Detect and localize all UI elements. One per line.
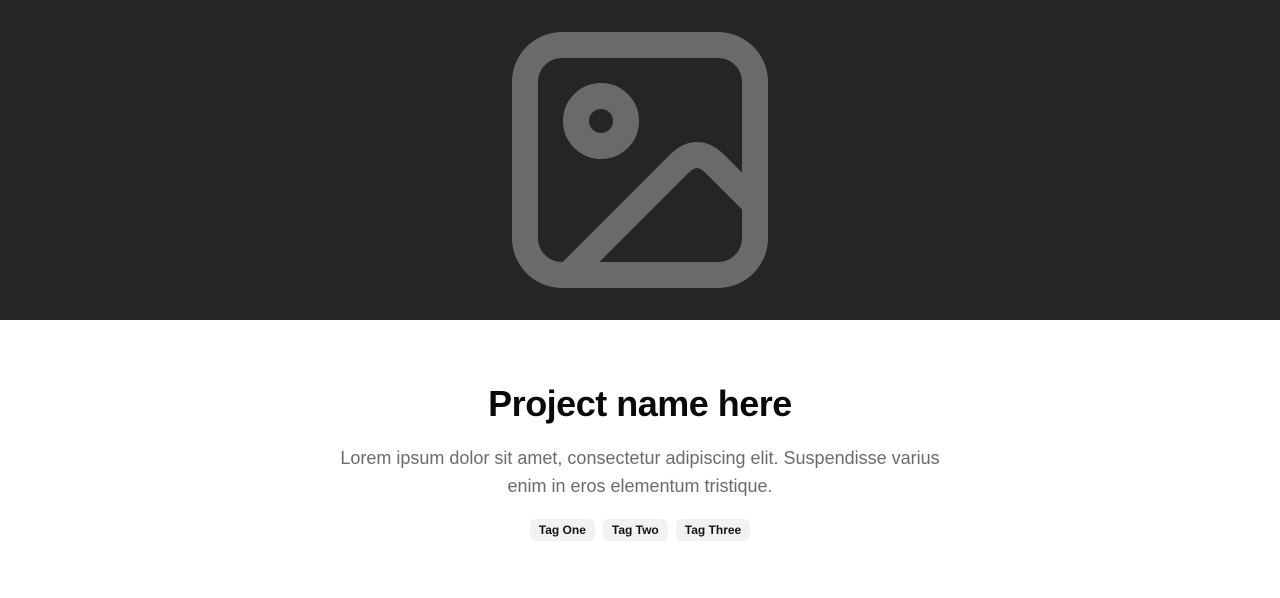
tag-list: Tag One Tag Two Tag Three	[529, 519, 751, 541]
tag-one: Tag One	[529, 519, 595, 541]
hero-image	[0, 0, 1280, 320]
project-card-content: Project name here Lorem ipsum dolor sit …	[0, 320, 1280, 598]
project-description: Lorem ipsum dolor sit amet, consectetur …	[340, 448, 940, 496]
image-placeholder-icon	[512, 32, 768, 288]
project-title: Project name here	[488, 383, 792, 424]
tag-two: Tag Two	[602, 519, 668, 541]
tag-three: Tag Three	[675, 519, 751, 541]
